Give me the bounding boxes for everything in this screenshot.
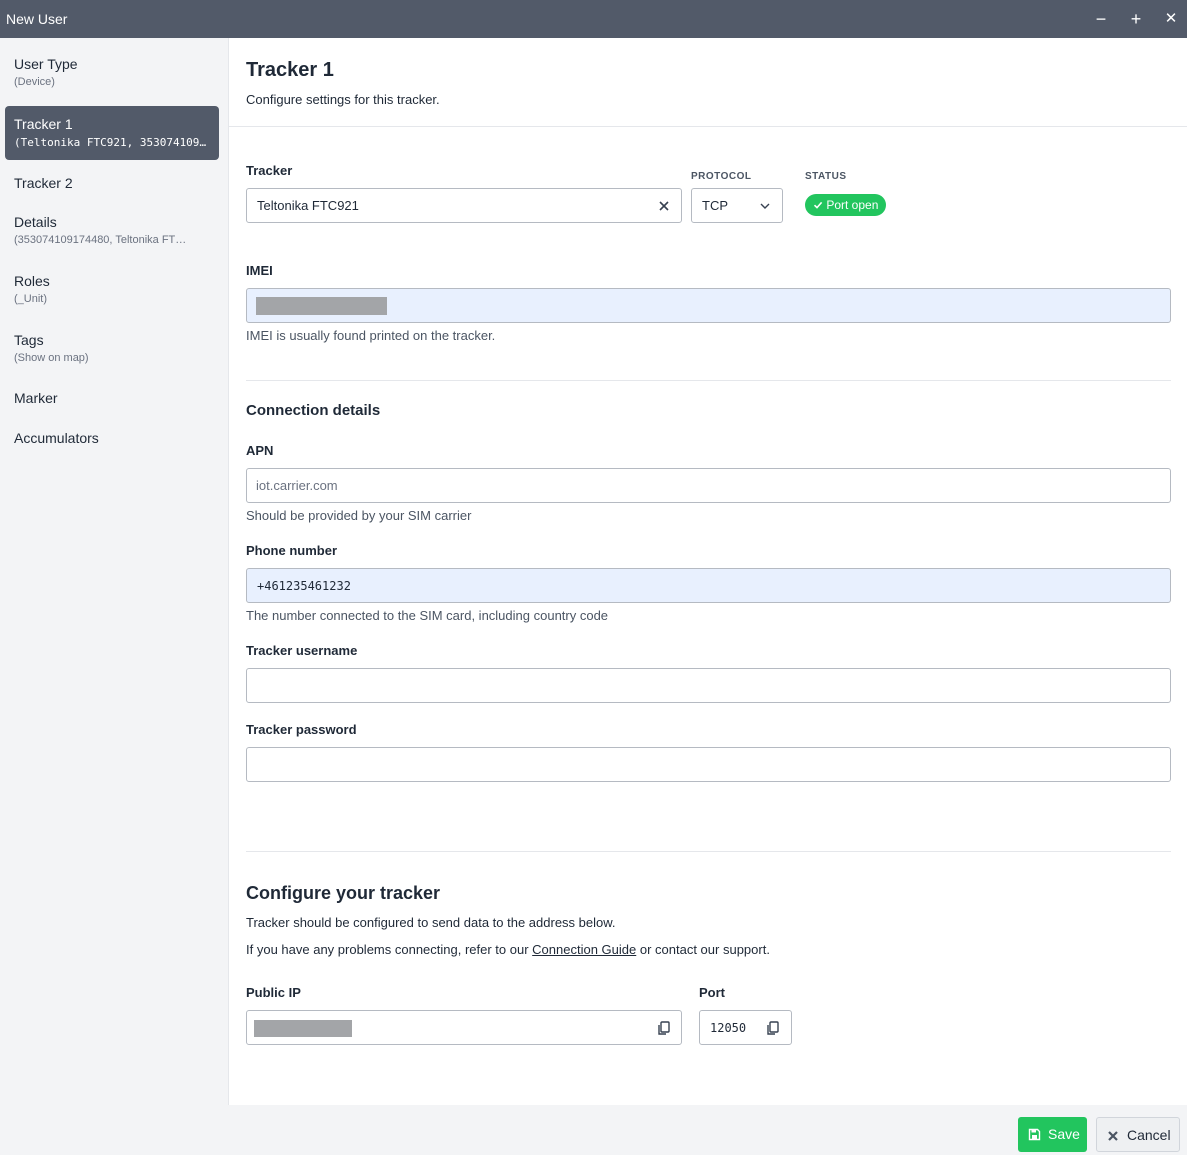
window-titlebar: New User − + ✕ [0, 0, 1187, 38]
sidebar-item-label: Marker [14, 390, 58, 406]
tracker-label: Tracker [246, 163, 293, 178]
port-value: 12050 [710, 1021, 747, 1035]
status-label: STATUS [805, 171, 847, 182]
sidebar-item-label: Details [14, 214, 57, 230]
save-label: Save [1048, 1126, 1080, 1142]
username-field[interactable] [246, 668, 1171, 703]
sidebar-item-sub: (353074109174480, Teltonika FT… [14, 234, 187, 246]
configure-line-2-text: If you have any problems connecting, ref… [246, 942, 533, 957]
configure-heading: Configure your tracker [246, 883, 441, 903]
sidebar-item-tracker-1[interactable]: Tracker 1 (Teltonika FTC921, 35307410917… [5, 106, 219, 160]
apn-field[interactable]: iot.carrier.com [246, 468, 1171, 503]
sidebar-item-marker[interactable]: Marker [5, 390, 219, 412]
password-label: Tracker password [246, 722, 357, 737]
sidebar-item-sub: (_Unit) [14, 293, 48, 305]
page-subtitle: Configure settings for this tracker. [246, 92, 440, 107]
page-title: Tracker 1 [246, 59, 334, 81]
sidebar: User Type (Device) Tracker 1 (Teltonika … [0, 38, 229, 1105]
protocol-select[interactable]: TCP [691, 188, 783, 223]
minimize-button[interactable]: − [1090, 8, 1112, 30]
imei-label: IMEI [246, 263, 273, 278]
phone-field[interactable]: +461235461232 [246, 568, 1171, 603]
connection-guide-link[interactable]: Connection Guide [532, 942, 636, 957]
divider [246, 380, 1171, 381]
sidebar-item-accumulators[interactable]: Accumulators [5, 430, 219, 452]
connection-heading: Connection details [246, 402, 381, 419]
sidebar-item-user-type[interactable]: User Type (Device) [5, 56, 219, 94]
copy-icon[interactable] [655, 1019, 673, 1037]
username-label: Tracker username [246, 643, 358, 658]
sidebar-item-sub: (Teltonika FTC921, 35307410917… [14, 136, 210, 149]
status-text: Port open [826, 198, 879, 212]
save-icon [1028, 1128, 1041, 1144]
phone-value: +461235461232 [257, 579, 351, 593]
main-panel: Tracker 1 Configure settings for this tr… [229, 38, 1187, 1105]
imei-field[interactable] [246, 288, 1171, 323]
cancel-label: Cancel [1127, 1127, 1171, 1143]
window-title: New User [6, 11, 68, 27]
phone-label: Phone number [246, 543, 338, 558]
port-label: Port [699, 985, 725, 1000]
close-icon[interactable] [655, 197, 673, 215]
sidebar-item-details[interactable]: Details (353074109174480, Teltonika FT… [5, 214, 219, 252]
close-window-button[interactable]: ✕ [1160, 8, 1182, 30]
sidebar-item-tracker-2[interactable]: Tracker 2 [5, 175, 219, 197]
check-icon [813, 195, 823, 217]
sidebar-item-sub: (Device) [14, 76, 55, 88]
configure-line-2-text-end: or contact our support. [636, 942, 770, 957]
apn-placeholder: iot.carrier.com [256, 478, 338, 493]
sidebar-item-label: Accumulators [14, 430, 99, 446]
password-field[interactable] [246, 747, 1171, 782]
protocol-label: PROTOCOL [691, 171, 752, 182]
sidebar-item-label: User Type [14, 56, 78, 72]
chevron-down-icon [756, 197, 774, 215]
save-button[interactable]: Save [1018, 1117, 1087, 1152]
apn-label: APN [246, 443, 274, 458]
public-ip-field [246, 1010, 682, 1045]
sidebar-item-label: Tags [14, 332, 44, 348]
configure-line-1: Tracker should be configured to send dat… [246, 915, 616, 930]
sidebar-item-tags[interactable]: Tags (Show on map) [5, 332, 219, 370]
protocol-value: TCP [702, 198, 728, 213]
divider [229, 126, 1187, 127]
apn-help: Should be provided by your SIM carrier [246, 508, 472, 523]
port-field: 12050 [699, 1010, 792, 1045]
status-badge: Port open [805, 194, 887, 217]
maximize-button[interactable]: + [1125, 8, 1147, 30]
sidebar-item-label: Tracker 2 [14, 175, 73, 191]
tracker-value: Teltonika FTC921 [257, 198, 359, 213]
footer-bar: Save Cancel [0, 1105, 1187, 1155]
sidebar-item-sub: (Show on map) [14, 352, 89, 364]
sidebar-item-roles[interactable]: Roles (_Unit) [5, 273, 219, 311]
tracker-select[interactable]: Teltonika FTC921 [246, 188, 682, 223]
copy-icon[interactable] [764, 1019, 782, 1037]
redacted-value [256, 297, 387, 315]
phone-help: The number connected to the SIM card, in… [246, 608, 609, 623]
sidebar-item-label: Tracker 1 [14, 116, 73, 132]
sidebar-item-label: Roles [14, 273, 50, 289]
cancel-button[interactable]: Cancel [1096, 1117, 1180, 1152]
imei-help: IMEI is usually found printed on the tra… [246, 328, 496, 343]
close-icon [1107, 1129, 1119, 1145]
divider [246, 851, 1171, 852]
redacted-value [254, 1020, 352, 1037]
public-ip-label: Public IP [246, 985, 301, 1000]
configure-line-2: If you have any problems connecting, ref… [246, 942, 770, 957]
